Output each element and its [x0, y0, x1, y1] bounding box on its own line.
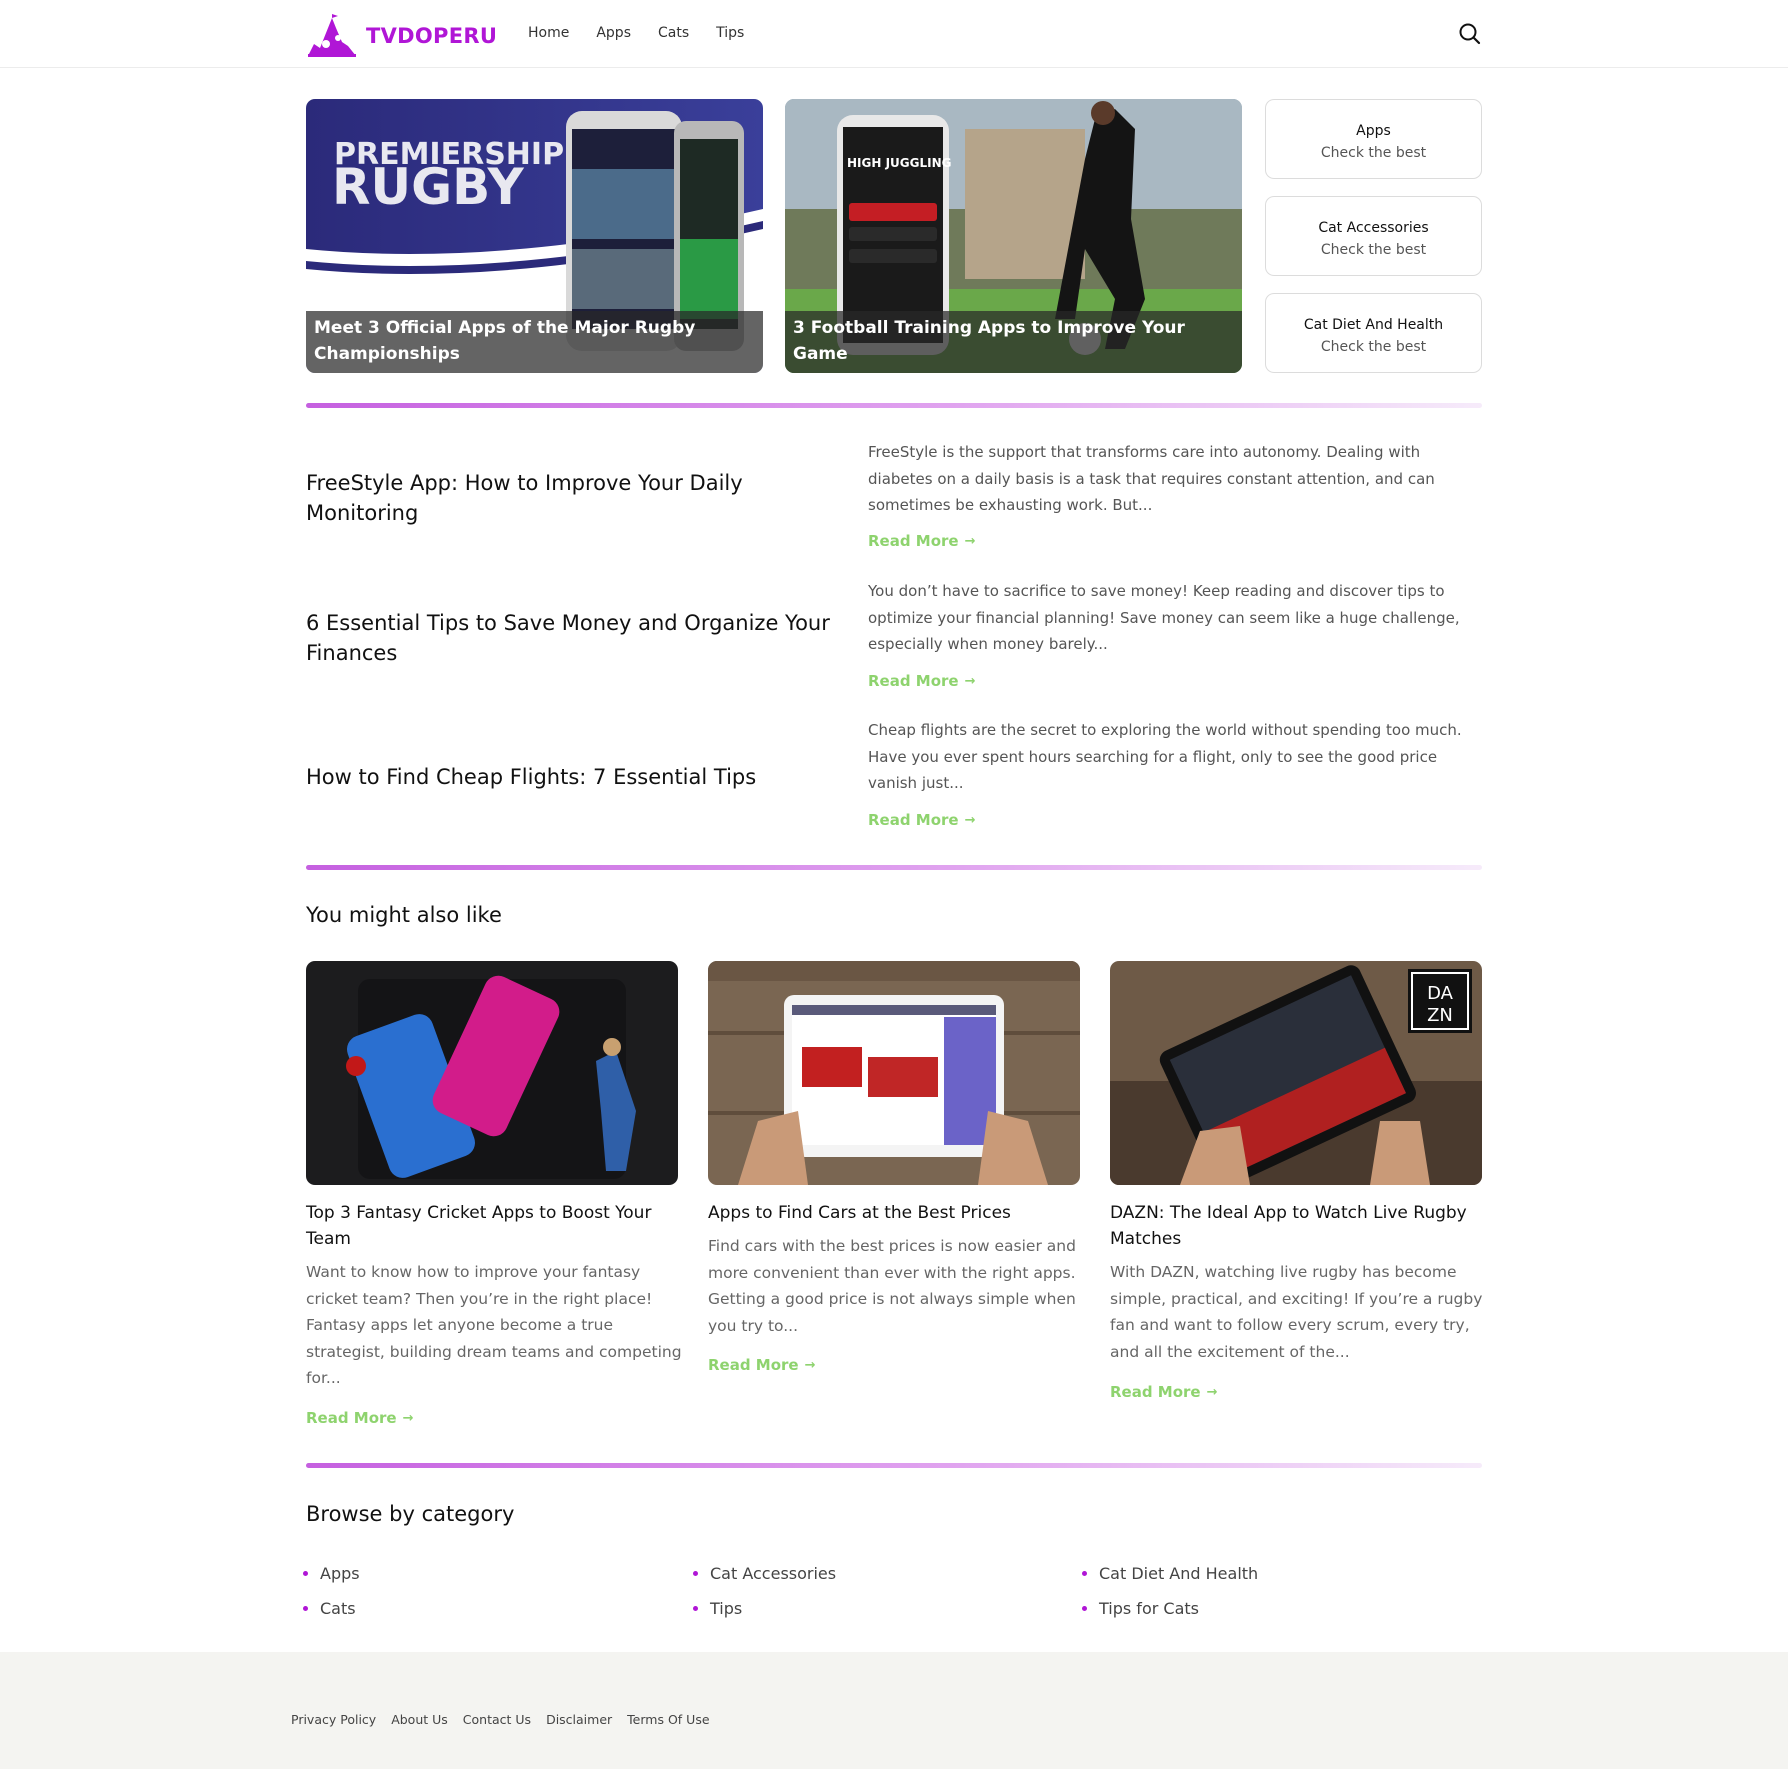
cricket-apps-image [306, 961, 678, 1185]
side-box-subtitle: Check the best [1320, 242, 1427, 258]
read-more-label: Read More [708, 1356, 799, 1374]
read-more-label: Read More [1110, 1383, 1201, 1401]
category-link[interactable]: Tips for Cats [1082, 1599, 1199, 1618]
article-excerpt: FreeStyle is the support that transforms… [868, 443, 1435, 514]
read-more-link[interactable]: Read More → [868, 532, 976, 550]
footer-link-disclaimer[interactable]: Disclaimer [546, 1712, 612, 1727]
site-footer: Privacy Policy About Us Contact Us Discl… [0, 1652, 1788, 1769]
category-link[interactable]: Cats [303, 1599, 356, 1618]
read-more-link[interactable]: Read More → [708, 1356, 816, 1374]
read-more-link[interactable]: Read More → [306, 1409, 414, 1427]
related-image-dazn[interactable]: DA ZN [1110, 961, 1482, 1185]
category-label: Tips [710, 1599, 743, 1618]
side-box-title: Cat Accessories [1318, 220, 1429, 236]
article-title[interactable]: 6 Essential Tips to Save Money and Organ… [306, 608, 846, 668]
nav-cats[interactable]: Cats [658, 25, 689, 41]
bullet-icon [693, 1606, 698, 1611]
castle-logo-icon [308, 14, 356, 57]
related-title[interactable]: Top 3 Fantasy Cricket Apps to Boost Your… [306, 1200, 682, 1252]
related-title[interactable]: DAZN: The Ideal App to Watch Live Rugby … [1110, 1200, 1486, 1252]
read-more-link[interactable]: Read More → [868, 811, 976, 829]
arrow-right-icon: → [804, 1357, 816, 1373]
nav-home[interactable]: Home [528, 25, 569, 41]
rugby-text: RUGBY [332, 158, 525, 216]
category-link[interactable]: Apps [303, 1564, 360, 1583]
side-box-cat-diet-health[interactable]: Cat Diet And Health Check the best [1265, 293, 1482, 373]
article-excerpt: You don’t have to sacrifice to save mone… [868, 582, 1460, 653]
footer-link-contact[interactable]: Contact Us [463, 1712, 531, 1727]
nav-apps[interactable]: Apps [596, 25, 631, 41]
side-box-cat-accessories[interactable]: Cat Accessories Check the best [1265, 196, 1482, 276]
footer-link-privacy[interactable]: Privacy Policy [291, 1712, 376, 1727]
article-title[interactable]: FreeStyle App: How to Improve Your Daily… [306, 468, 846, 528]
main-nav: Home Apps Cats Tips [528, 25, 744, 41]
category-link[interactable]: Cat Diet And Health [1082, 1564, 1258, 1583]
related-title[interactable]: Apps to Find Cars at the Best Prices [708, 1200, 1084, 1226]
section-divider [306, 403, 1482, 408]
footer-link-terms[interactable]: Terms Of Use [627, 1712, 709, 1727]
side-box-subtitle: Check the best [1320, 339, 1427, 355]
related-heading: You might also like [306, 903, 502, 927]
arrow-right-icon: → [402, 1410, 414, 1426]
read-more-label: Read More [868, 672, 959, 690]
site-header: TVDOPERU Home Apps Cats Tips [0, 0, 1788, 68]
search-icon [1459, 23, 1481, 45]
read-more-label: Read More [306, 1409, 397, 1427]
read-more-link[interactable]: Read More → [1110, 1383, 1218, 1401]
hero-card-football[interactable]: HIGH JUGGLING 3 Football Training Apps t… [785, 99, 1242, 373]
nav-tips[interactable]: Tips [716, 25, 744, 41]
dazn-tablet-image: DA ZN [1110, 961, 1482, 1185]
category-label: Apps [320, 1564, 360, 1583]
category-label: Cat Diet And Health [1099, 1564, 1259, 1583]
bullet-icon [693, 1571, 698, 1576]
brand-name: TVDOPERU [366, 24, 498, 48]
category-label: Cats [320, 1599, 356, 1618]
hero-caption-rugby: Meet 3 Official Apps of the Major Rugby … [306, 311, 763, 373]
arrow-right-icon: → [964, 533, 976, 549]
category-label: Cat Accessories [710, 1564, 837, 1583]
dazn-logo-text: ZN [1427, 1005, 1453, 1026]
bullet-icon [1082, 1571, 1087, 1576]
bullet-icon [303, 1606, 308, 1611]
footer-link-about[interactable]: About Us [391, 1712, 448, 1727]
side-box-subtitle: Check the best [1320, 145, 1427, 161]
related-image-cars[interactable] [708, 961, 1080, 1185]
search-button[interactable] [1458, 22, 1482, 46]
article-excerpt: Cheap flights are the secret to explorin… [868, 721, 1462, 792]
side-box-title: Apps [1356, 123, 1391, 139]
dazn-logo-text: DA [1427, 983, 1454, 1004]
section-divider [306, 865, 1482, 870]
read-more-label: Read More [868, 811, 959, 829]
read-more-link[interactable]: Read More → [868, 672, 976, 690]
article-title[interactable]: How to Find Cheap Flights: 7 Essential T… [306, 762, 846, 792]
related-excerpt: Want to know how to improve your fantasy… [306, 1263, 682, 1387]
categories-heading: Browse by category [306, 1502, 515, 1526]
footer-links: Privacy Policy About Us Contact Us Discl… [291, 1712, 710, 1727]
hero-card-rugby[interactable]: PREMIERSHIP RUGBY Meet 3 Official Apps o… [306, 99, 763, 373]
hero-caption-football: 3 Football Training Apps to Improve Your… [785, 311, 1242, 373]
section-divider [306, 1463, 1482, 1468]
arrow-right-icon: → [964, 673, 976, 689]
arrow-right-icon: → [1206, 1384, 1218, 1400]
arrow-right-icon: → [964, 812, 976, 828]
related-excerpt: With DAZN, watching live rugby has becom… [1110, 1263, 1483, 1361]
category-label: Tips for Cats [1099, 1599, 1199, 1618]
site-logo[interactable]: TVDOPERU [306, 14, 497, 58]
category-link[interactable]: Tips [693, 1599, 742, 1618]
read-more-label: Read More [868, 532, 959, 550]
car-search-image [708, 961, 1080, 1185]
bullet-icon [303, 1571, 308, 1576]
category-link[interactable]: Cat Accessories [693, 1564, 836, 1583]
high-juggling-text: HIGH JUGGLING [847, 156, 952, 170]
side-box-apps[interactable]: Apps Check the best [1265, 99, 1482, 179]
bullet-icon [1082, 1606, 1087, 1611]
side-box-title: Cat Diet And Health [1303, 317, 1444, 333]
related-image-cricket[interactable] [306, 961, 678, 1185]
related-excerpt: Find cars with the best prices is now ea… [708, 1237, 1076, 1335]
